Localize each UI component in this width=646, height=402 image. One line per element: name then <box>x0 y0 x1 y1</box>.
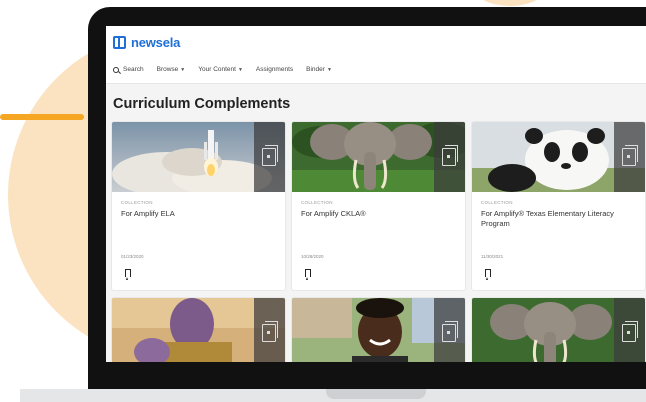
collection-card-student[interactable] <box>292 298 465 362</box>
collection-stack-overlay <box>434 298 465 362</box>
collection-stack-overlay <box>434 122 465 192</box>
nav-binder-label: Binder <box>306 66 325 73</box>
chevron-down-icon: ▼ <box>180 66 186 73</box>
laptop-screen: newsela Search Browse ▼ Your Content ▼ A… <box>106 26 646 362</box>
nav-assignments-label: Assignments <box>255 66 294 73</box>
card-date: 10/28/2020 <box>301 254 324 259</box>
card-thumbnail-elephant <box>292 122 465 192</box>
accent-line <box>0 114 84 120</box>
card-thumbnail-rocket <box>112 122 285 192</box>
background-circle-top <box>470 0 550 6</box>
header-divider <box>106 83 646 84</box>
collection-stack-icon <box>262 321 278 342</box>
nav-binder[interactable]: Binder ▼ <box>306 66 332 73</box>
collection-card-thanos[interactable] <box>112 298 285 362</box>
nav-search[interactable]: Search <box>113 66 144 73</box>
card-date: 01/23/2020 <box>121 254 144 259</box>
stage: newsela Search Browse ▼ Your Content ▼ A… <box>0 0 646 402</box>
card-type: COLLECTION <box>121 200 153 205</box>
card-type: COLLECTION <box>301 200 333 205</box>
page-title: Curriculum Complements <box>113 96 291 112</box>
nav-your-content[interactable]: Your Content ▼ <box>198 66 243 73</box>
bookmark-icon[interactable] <box>485 269 491 280</box>
card-title[interactable]: For Amplify CKLA® <box>301 209 451 219</box>
nav-browse-label: Browse <box>156 66 179 73</box>
main-nav: Search Browse ▼ Your Content ▼ Assignmen… <box>113 66 332 73</box>
nav-browse[interactable]: Browse ▼ <box>157 66 186 73</box>
collection-stack-overlay <box>254 298 285 362</box>
brand-name: newsela <box>131 35 181 50</box>
nav-search-label: Search <box>123 66 144 73</box>
laptop-notch <box>326 389 426 399</box>
card-title[interactable]: For Amplify® Texas Elementary Literacy P… <box>481 209 631 229</box>
collection-stack-icon <box>622 145 638 166</box>
collection-stack-icon <box>262 145 278 166</box>
bookmark-icon[interactable] <box>305 269 311 280</box>
card-thumbnail-thanos <box>112 298 285 362</box>
card-thumbnail-panda <box>472 122 645 192</box>
card-thumbnail-elephant <box>472 298 645 362</box>
collection-stack-overlay <box>614 122 645 192</box>
app-header: newsela Search Browse ▼ Your Content ▼ A… <box>106 26 646 84</box>
card-type: COLLECTION <box>481 200 513 205</box>
nav-assignments[interactable]: Assignments <box>256 66 293 73</box>
collection-card-amplify-ela[interactable]: COLLECTION For Amplify ELA 01/23/2020 <box>112 122 285 290</box>
search-icon <box>113 66 119 73</box>
card-title[interactable]: For Amplify ELA <box>121 209 271 219</box>
collection-stack-icon <box>622 321 638 342</box>
bookmark-icon[interactable] <box>125 269 131 280</box>
collection-card-elephant[interactable] <box>472 298 645 362</box>
collection-stack-overlay <box>254 122 285 192</box>
card-date: 11/30/2021 <box>481 254 504 259</box>
card-thumbnail-student <box>292 298 465 362</box>
collection-card-amplify-texas[interactable]: COLLECTION For Amplify® Texas Elementary… <box>472 122 645 290</box>
newsela-logo-icon <box>113 36 126 49</box>
nav-your-content-label: Your Content <box>198 66 236 73</box>
chevron-down-icon: ▼ <box>326 66 332 73</box>
collection-card-amplify-ckla[interactable]: COLLECTION For Amplify CKLA® 10/28/2020 <box>292 122 465 290</box>
brand-logo[interactable]: newsela <box>113 35 180 50</box>
collection-stack-icon <box>442 145 458 166</box>
collection-stack-icon <box>442 321 458 342</box>
collection-stack-overlay <box>614 298 645 362</box>
chevron-down-icon: ▼ <box>237 66 243 73</box>
